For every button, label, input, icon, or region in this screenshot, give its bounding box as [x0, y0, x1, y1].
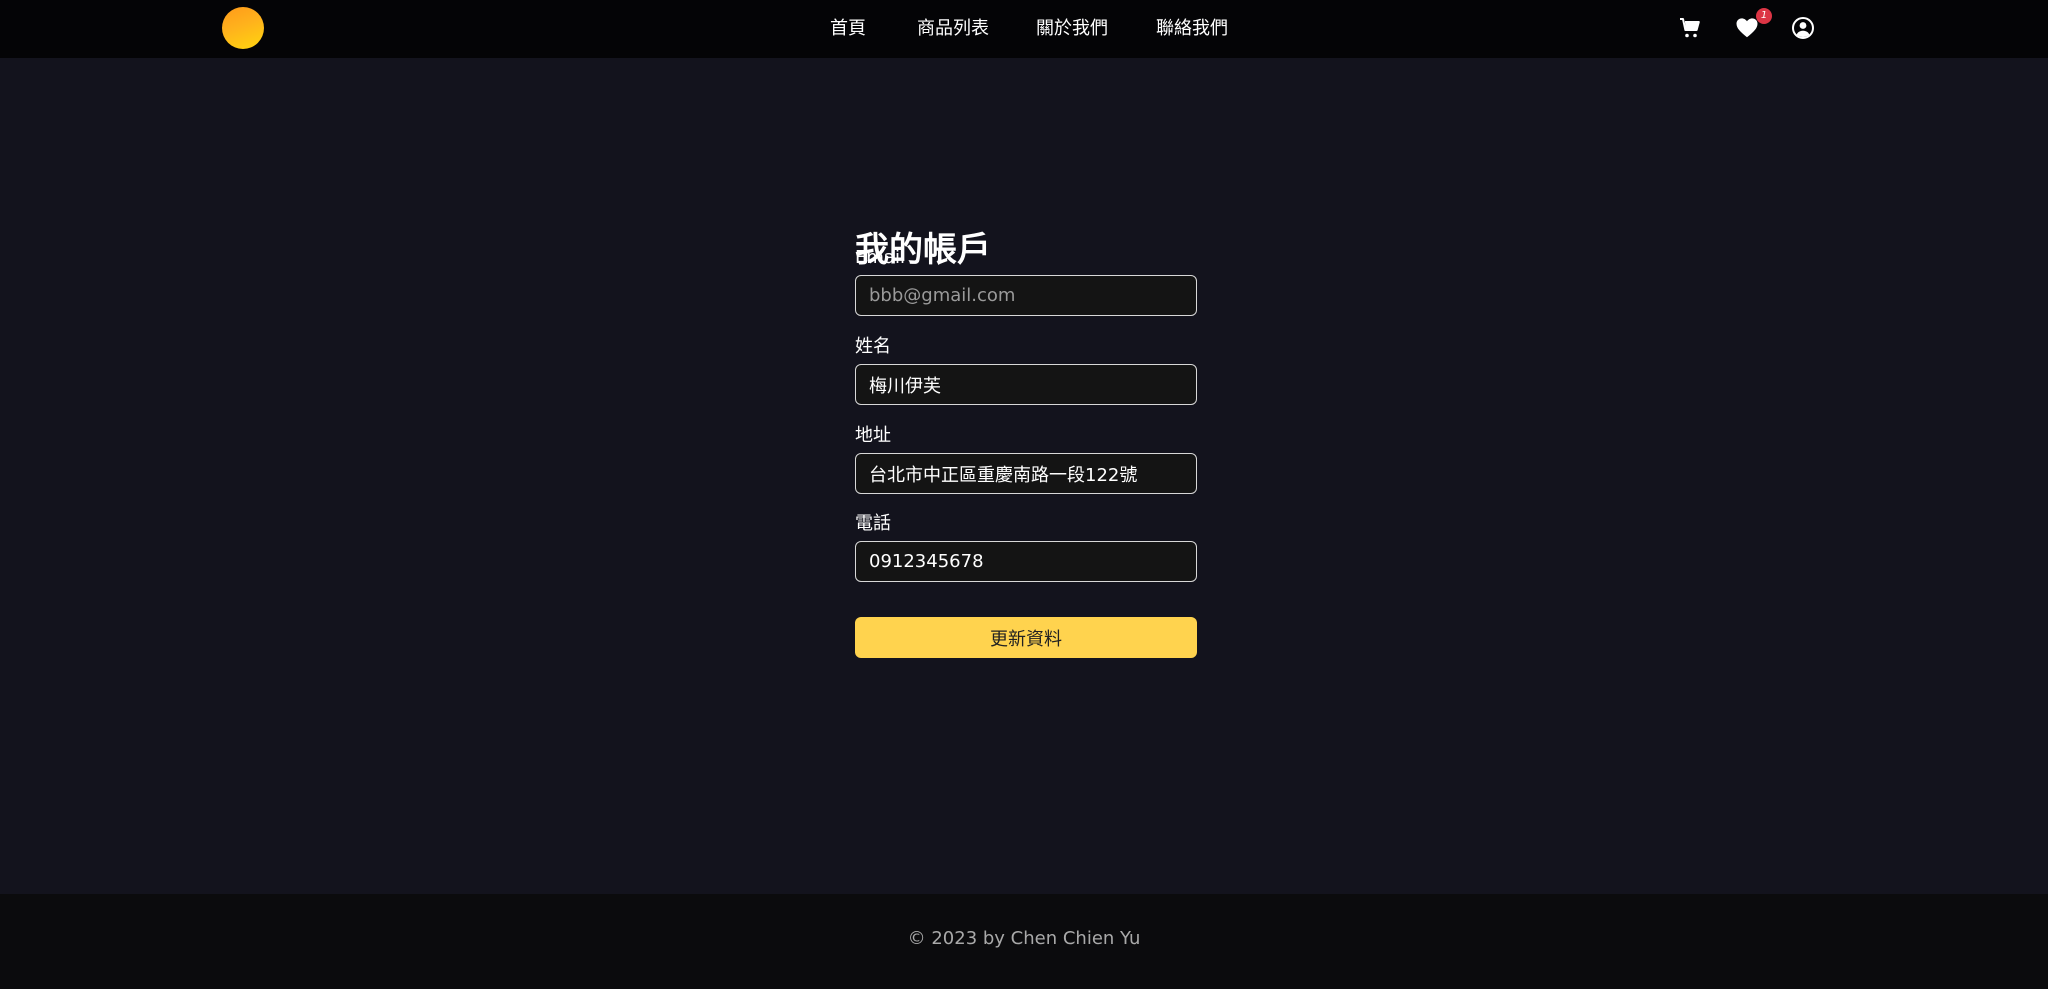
- email-label: Email: [855, 247, 905, 268]
- phone-label: 電話: [855, 513, 891, 534]
- email-field[interactable]: [855, 275, 1197, 316]
- nav-link-contact[interactable]: 聯絡我們: [1156, 17, 1228, 41]
- navbar: 首頁 商品列表 關於我們 聯絡我們 1: [0, 0, 2048, 58]
- address-field[interactable]: [855, 453, 1197, 494]
- nav-link-products[interactable]: 商品列表: [917, 17, 989, 41]
- phone-field[interactable]: [855, 541, 1197, 582]
- logo[interactable]: [222, 7, 264, 49]
- name-label: 姓名: [855, 336, 891, 357]
- account-page: 我的帳戶 Email 姓名 地址 電話 更新資料: [0, 58, 2048, 894]
- update-profile-button[interactable]: 更新資料: [855, 617, 1197, 658]
- copyright-text: © 2023 by Chen Chien Yu: [907, 928, 1141, 949]
- heart-icon: [1736, 18, 1758, 38]
- cart-button[interactable]: [1676, 14, 1704, 42]
- name-field[interactable]: [855, 364, 1197, 405]
- address-label: 地址: [855, 425, 891, 446]
- favorites-count-badge: 1: [1756, 8, 1772, 24]
- footer: © 2023 by Chen Chien Yu: [0, 894, 2048, 989]
- cart-icon: [1680, 18, 1700, 38]
- account-button[interactable]: [1789, 14, 1817, 42]
- user-circle-icon: [1792, 17, 1814, 39]
- nav-link-home[interactable]: 首頁: [830, 17, 866, 41]
- nav-link-about[interactable]: 關於我們: [1036, 17, 1108, 41]
